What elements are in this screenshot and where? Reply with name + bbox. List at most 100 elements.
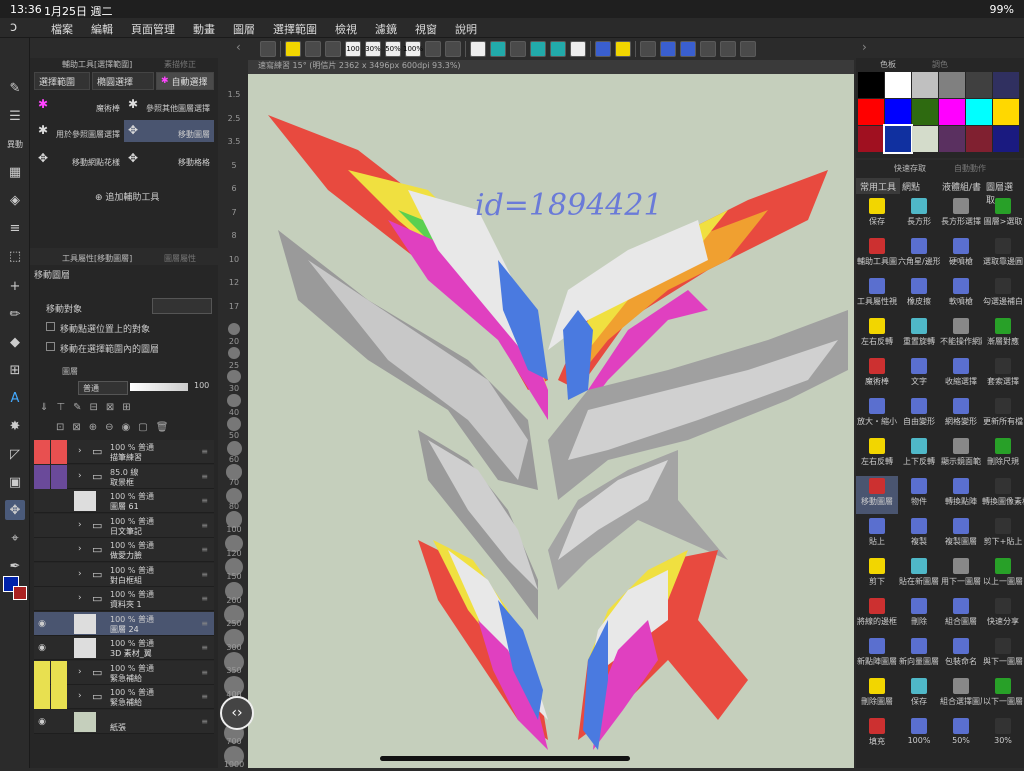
quick-access-item[interactable]: 長方形 [898,196,940,234]
zoom-50-button[interactable]: 50% [385,41,401,57]
quick-access-item[interactable]: 勾選邊補白 [982,276,1024,314]
download-icon[interactable] [640,41,656,57]
brush-settings-icon[interactable] [680,41,696,57]
scale-icon[interactable] [550,41,566,57]
subtool-ref-layer[interactable]: ✱ 用於參照圖層選擇 [34,120,124,142]
menu-item-9[interactable]: 說明 [446,21,486,37]
brush-size-label[interactable]: 700 [222,737,246,746]
camera-icon[interactable] [720,41,736,57]
eye-icon[interactable] [34,685,50,709]
layer-menu-icon[interactable]: ≡ [201,496,208,505]
menu-item-7[interactable]: 濾鏡 [366,21,406,37]
rotate-icon[interactable] [510,41,526,57]
layer-menu-icon[interactable]: ≡ [201,545,208,554]
brush-size-dot[interactable] [227,393,241,408]
gradient-tool-icon[interactable]: ▣ [5,472,25,492]
brush-size-label[interactable]: 12 [222,278,246,287]
wrench-icon[interactable] [305,41,321,57]
brush-size-label[interactable]: 80 [222,502,246,511]
eye-icon[interactable] [34,440,50,464]
opt2-checkbox[interactable] [46,342,55,351]
expand-icon[interactable]: › [78,520,82,530]
brush-size-dot[interactable] [226,417,242,432]
canvas-tab[interactable]: 速寫練習 15° (明信片 2362 x 3496px 600dpi 93.3%… [248,60,854,74]
lock-icon[interactable] [51,464,67,489]
quick-access-item[interactable]: 組合選擇圖層 [940,676,982,714]
color-swatch[interactable] [885,99,911,125]
save-icon[interactable] [285,41,301,57]
color-swatch[interactable] [939,126,965,152]
quick-access-item[interactable]: 30% [982,716,1024,754]
quick-access-item[interactable]: 刪除圖層 [856,676,898,714]
brush-size-label[interactable]: 3.5 [222,137,246,146]
expand-icon[interactable]: › [78,593,82,603]
move-target-select[interactable] [152,298,212,314]
quick-access-item[interactable]: 刪除尺規 [982,436,1024,474]
layer-menu-icon[interactable]: ≡ [201,472,208,481]
grid-tool-icon[interactable]: ⊞ [5,360,25,380]
color-swatch[interactable] [966,99,992,125]
layer-menu-icon[interactable]: ≡ [201,668,208,677]
quick-access-item[interactable]: 轉換點陣 [940,476,982,514]
qa-tab-1[interactable]: 網點 [898,178,924,194]
lock-icon[interactable] [51,612,67,636]
layer-row[interactable]: › ▭ 100 % 普通 緊急補給 ≡ [34,660,214,685]
quick-access-item[interactable]: 快速分享 [982,596,1024,634]
quick-access-item[interactable]: 更新所有檔 [982,396,1024,434]
quick-access-item[interactable]: 上下反轉 [898,436,940,474]
selection-tool-icon[interactable]: ⬚ [5,246,25,266]
lock-icon[interactable] [51,587,67,611]
color-swatch[interactable] [858,126,884,152]
ruler-icon[interactable] [445,41,461,57]
layer-menu-icon[interactable]: ≡ [201,717,208,726]
brush-size-dot[interactable] [227,370,241,384]
menu-item-6[interactable]: 檢視 [326,21,366,37]
color-swatch[interactable] [993,99,1019,125]
layer-menu-icon[interactable]: ≡ [201,692,208,701]
color-swatch[interactable] [912,126,938,152]
quick-access-item[interactable]: 輔助工具圖 [856,236,898,274]
eye-icon[interactable] [34,538,50,562]
tool-property-title[interactable]: 工具屬性[移動圖層] [58,252,136,266]
brush-size-label[interactable]: 30 [222,384,246,393]
quick-access-item[interactable]: 以下一圖層 [982,676,1024,714]
quick-access-item[interactable]: 顯示鏡面範 [940,436,982,474]
layer-row[interactable]: › ▭ 100 % 普通 日文筆記 ≡ [34,513,214,538]
select-layer-icon[interactable]: ⌖ [5,528,25,548]
subtool-magic-wand[interactable]: ✱ 魔術棒 [34,94,124,116]
lines-tool-icon[interactable]: ≡ [5,218,25,238]
quick-access-item[interactable]: 漸層對應 [982,316,1024,354]
quick-access-item[interactable]: 包裝命名 [940,636,982,674]
quick-access-item[interactable]: 收縮選擇 [940,356,982,394]
sub-color-swatch[interactable] [13,586,27,600]
quick-access-item[interactable]: 刪除 [898,596,940,634]
expand-icon[interactable]: › [78,667,82,677]
brush-size-label[interactable]: 25 [222,361,246,370]
quick-access-item[interactable]: 移動圖層 [856,476,898,514]
eye-icon[interactable]: ◉ [34,612,50,636]
move-tool-icon[interactable]: ✥ [5,500,25,520]
quick-access-item[interactable]: 放大・縮小 [856,396,898,434]
quick-access-item[interactable]: 圖層>選取 [982,196,1024,234]
quick-access-item[interactable]: 轉換圖像素材 [982,476,1024,514]
expand-icon[interactable]: › [78,446,82,456]
flip-icon[interactable] [490,41,506,57]
eye-icon[interactable] [34,563,50,587]
blend-mode-select[interactable]: 普通 [78,381,128,395]
brush-size-label[interactable]: 300 [222,643,246,652]
brush-size-label[interactable]: 50 [222,431,246,440]
layer-row[interactable]: 100 % 普通 圖層 61 ≡ [34,489,214,513]
layer-row[interactable]: ◉ 100 % 普通 3D 素材_翼 ≡ [34,636,214,660]
quick-access-item[interactable]: 複製圖層 [940,516,982,554]
layer-menu-icon[interactable]: ≡ [201,643,208,652]
eyedrop-tool-icon[interactable]: ✒ [5,556,25,576]
brush-size-label[interactable]: 120 [222,549,246,558]
brush-size-label[interactable]: 200 [222,596,246,605]
square-icon[interactable] [570,41,586,57]
quick-access-item[interactable]: 剪下+貼上 [982,516,1024,554]
subtool-tab-auto[interactable]: ✱ 自動選擇 [156,72,214,90]
qa-tab-2[interactable]: 液體組/書 [938,178,985,194]
text-a-icon[interactable]: A [5,388,25,408]
brush-size-label[interactable]: 2.5 [222,114,246,123]
quick-access-item[interactable]: 新向量圖層 [898,636,940,674]
